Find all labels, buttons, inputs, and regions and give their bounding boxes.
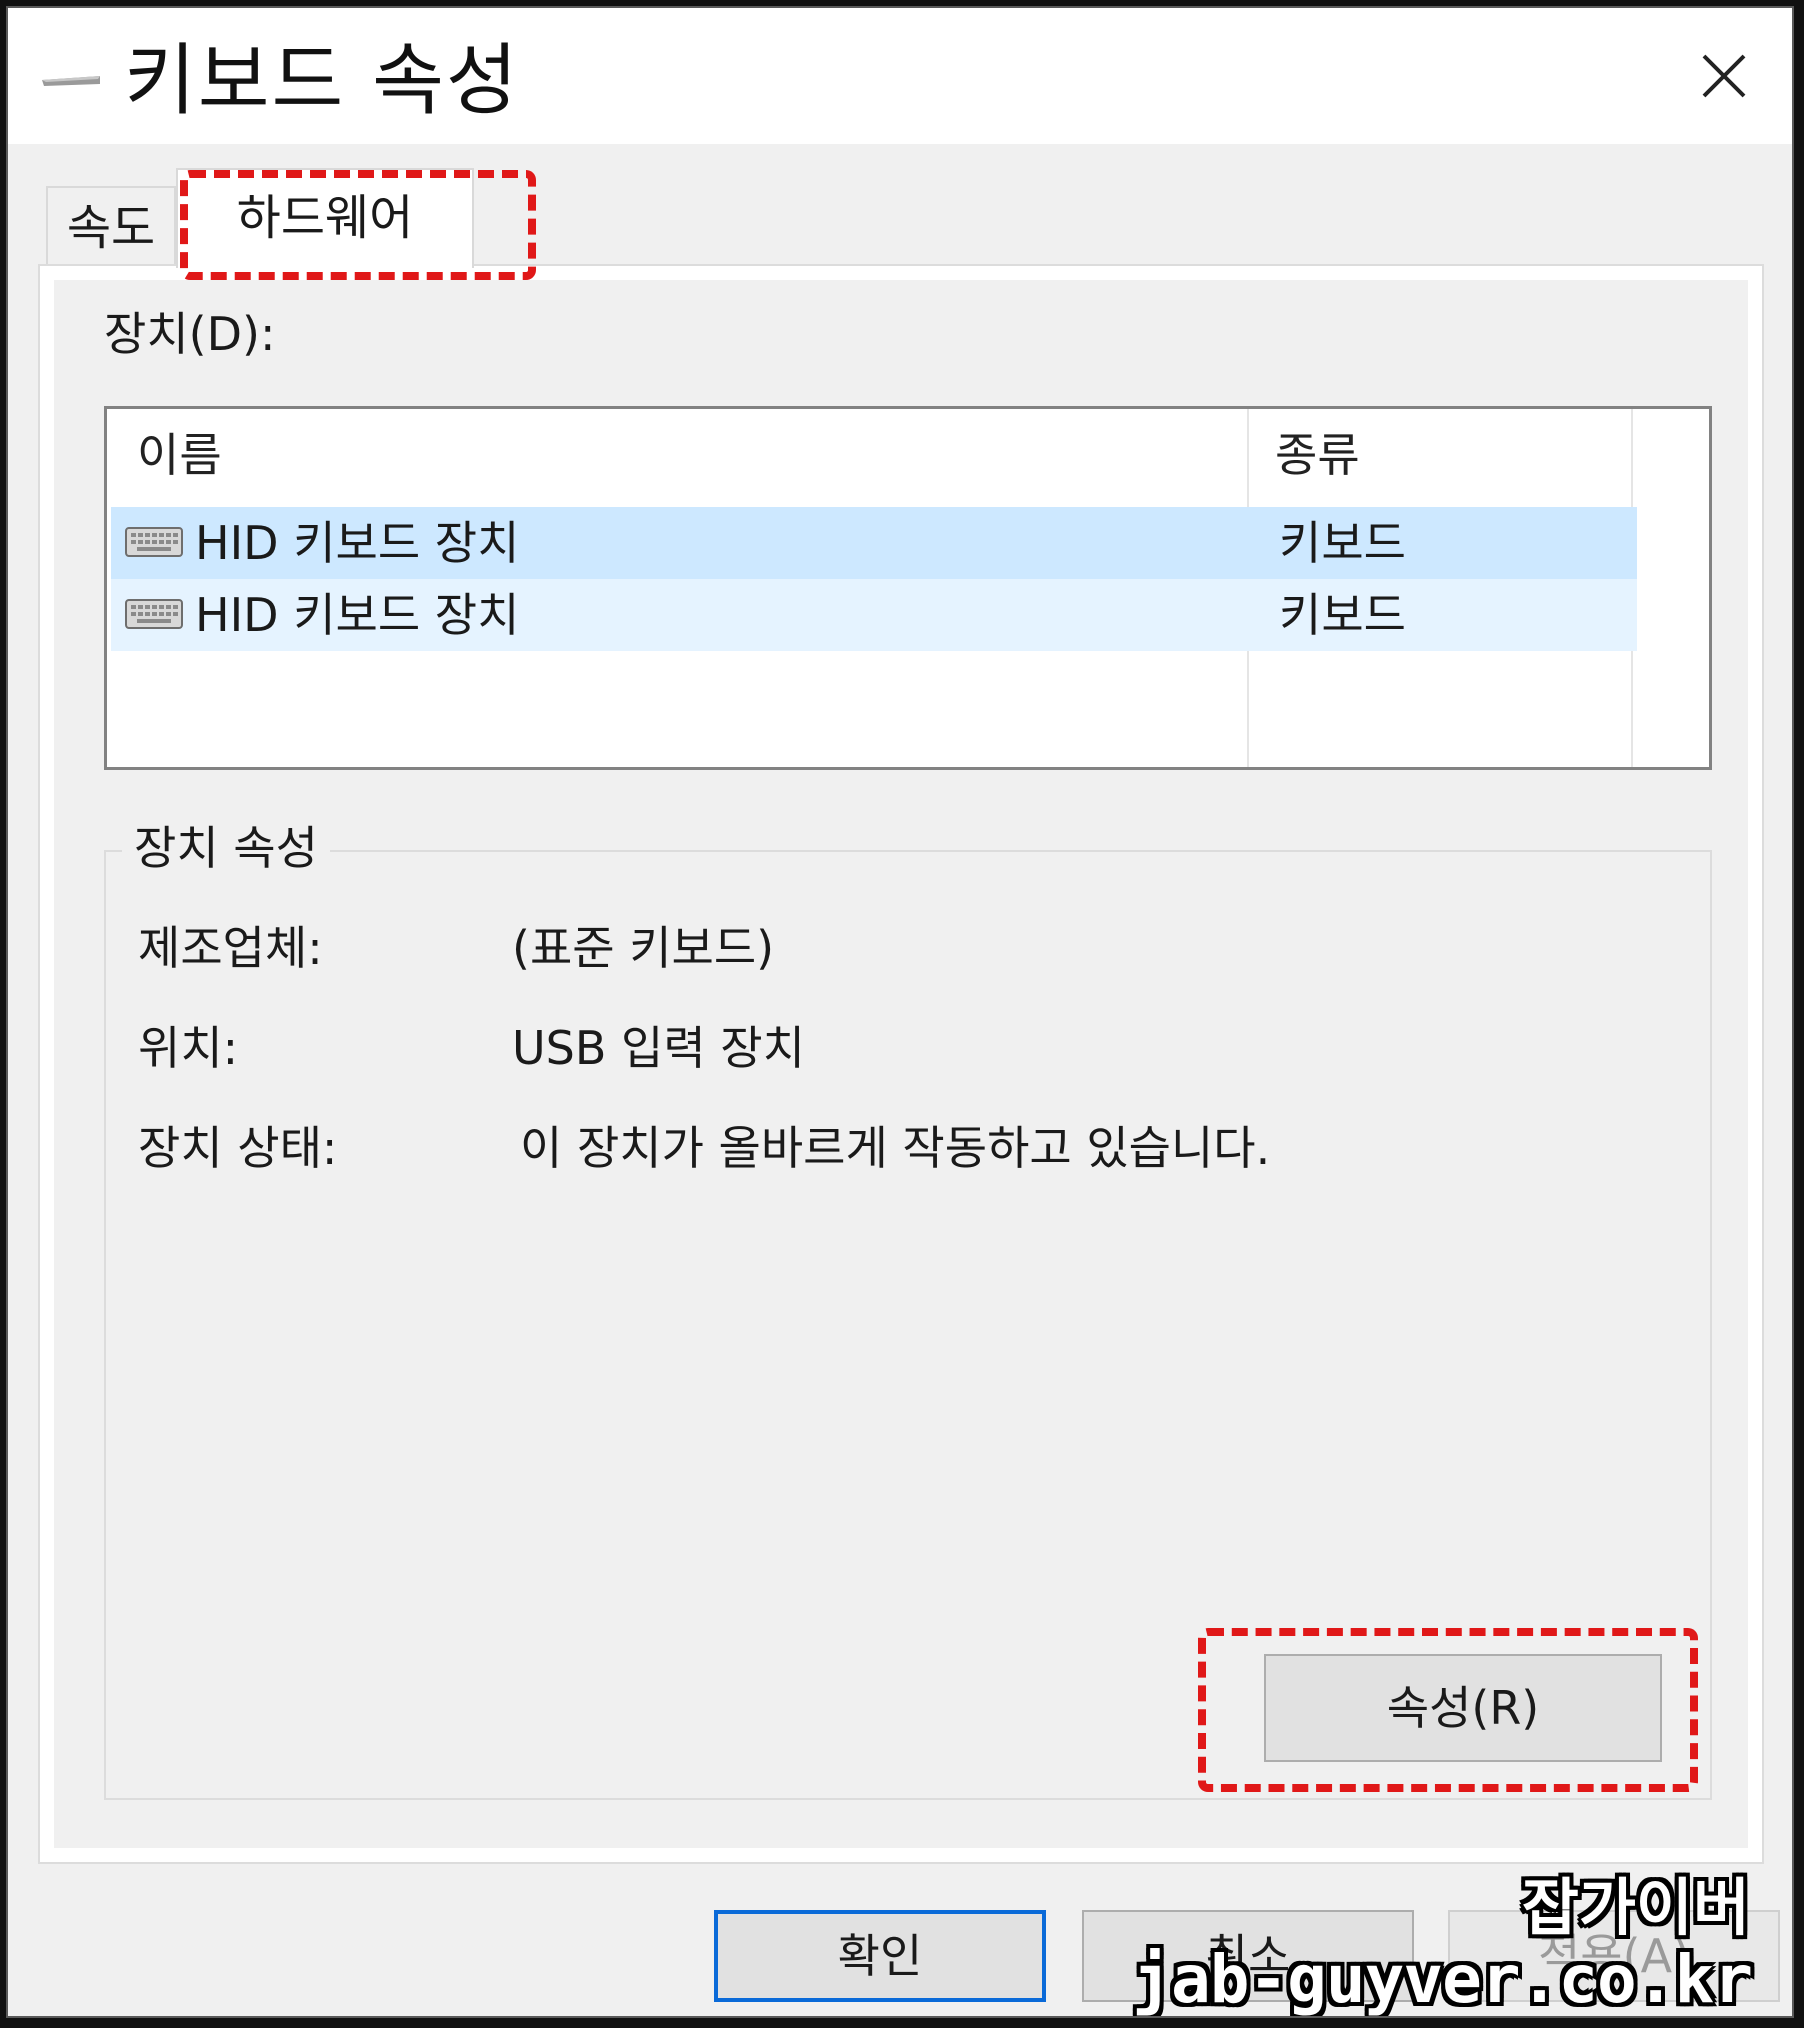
title-bar: 키보드 속성 — [8, 8, 1792, 144]
devices-label: 장치(D): — [104, 307, 276, 361]
tab-hardware[interactable]: 하드웨어 — [176, 168, 474, 268]
device-properties-legend: 장치 속성 — [122, 820, 330, 876]
column-header-name[interactable]: 이름 — [137, 427, 222, 483]
watermark-name: 잡가이버 — [1521, 1871, 1750, 1944]
column-header-type[interactable]: 종류 — [1275, 427, 1360, 483]
keyboard-icon — [42, 76, 100, 86]
device-status-value: 이 장치가 올바르게 작동하고 있습니다. — [520, 1121, 1271, 1175]
properties-button[interactable]: 속성(R) — [1264, 1654, 1662, 1762]
manufacturer-value: (표준 키보드) — [512, 921, 775, 975]
watermark-url: jab-guyver.co.kr — [1132, 1941, 1753, 2018]
device-status-label: 장치 상태: — [138, 1121, 338, 1175]
keyboard-properties-dialog: 키보드 속성 속도 하드웨어 장치(D): 이름 종류 HID 키보드 장치 키… — [6, 6, 1794, 2018]
ok-button[interactable]: 확인 — [714, 1910, 1046, 2002]
keyboard-icon — [125, 527, 183, 557]
location-label: 위치: — [138, 1021, 239, 1075]
keyboard-icon — [125, 599, 183, 629]
tab-speed[interactable]: 속도 — [46, 186, 176, 266]
device-name: HID 키보드 장치 — [195, 588, 520, 642]
device-row[interactable]: HID 키보드 장치 키보드 — [111, 507, 1637, 579]
device-type: 키보드 — [1279, 516, 1406, 570]
manufacturer-label: 제조업체: — [138, 921, 323, 975]
device-name: HID 키보드 장치 — [195, 516, 520, 570]
device-list[interactable]: 이름 종류 HID 키보드 장치 키보드 HID 키보드 장치 키보드 — [104, 406, 1712, 770]
location-value: USB 입력 장치 — [512, 1021, 805, 1075]
device-row[interactable]: HID 키보드 장치 키보드 — [111, 579, 1637, 651]
window-title: 키보드 속성 — [124, 36, 520, 126]
device-type: 키보드 — [1279, 588, 1406, 642]
close-icon[interactable] — [1696, 48, 1752, 104]
